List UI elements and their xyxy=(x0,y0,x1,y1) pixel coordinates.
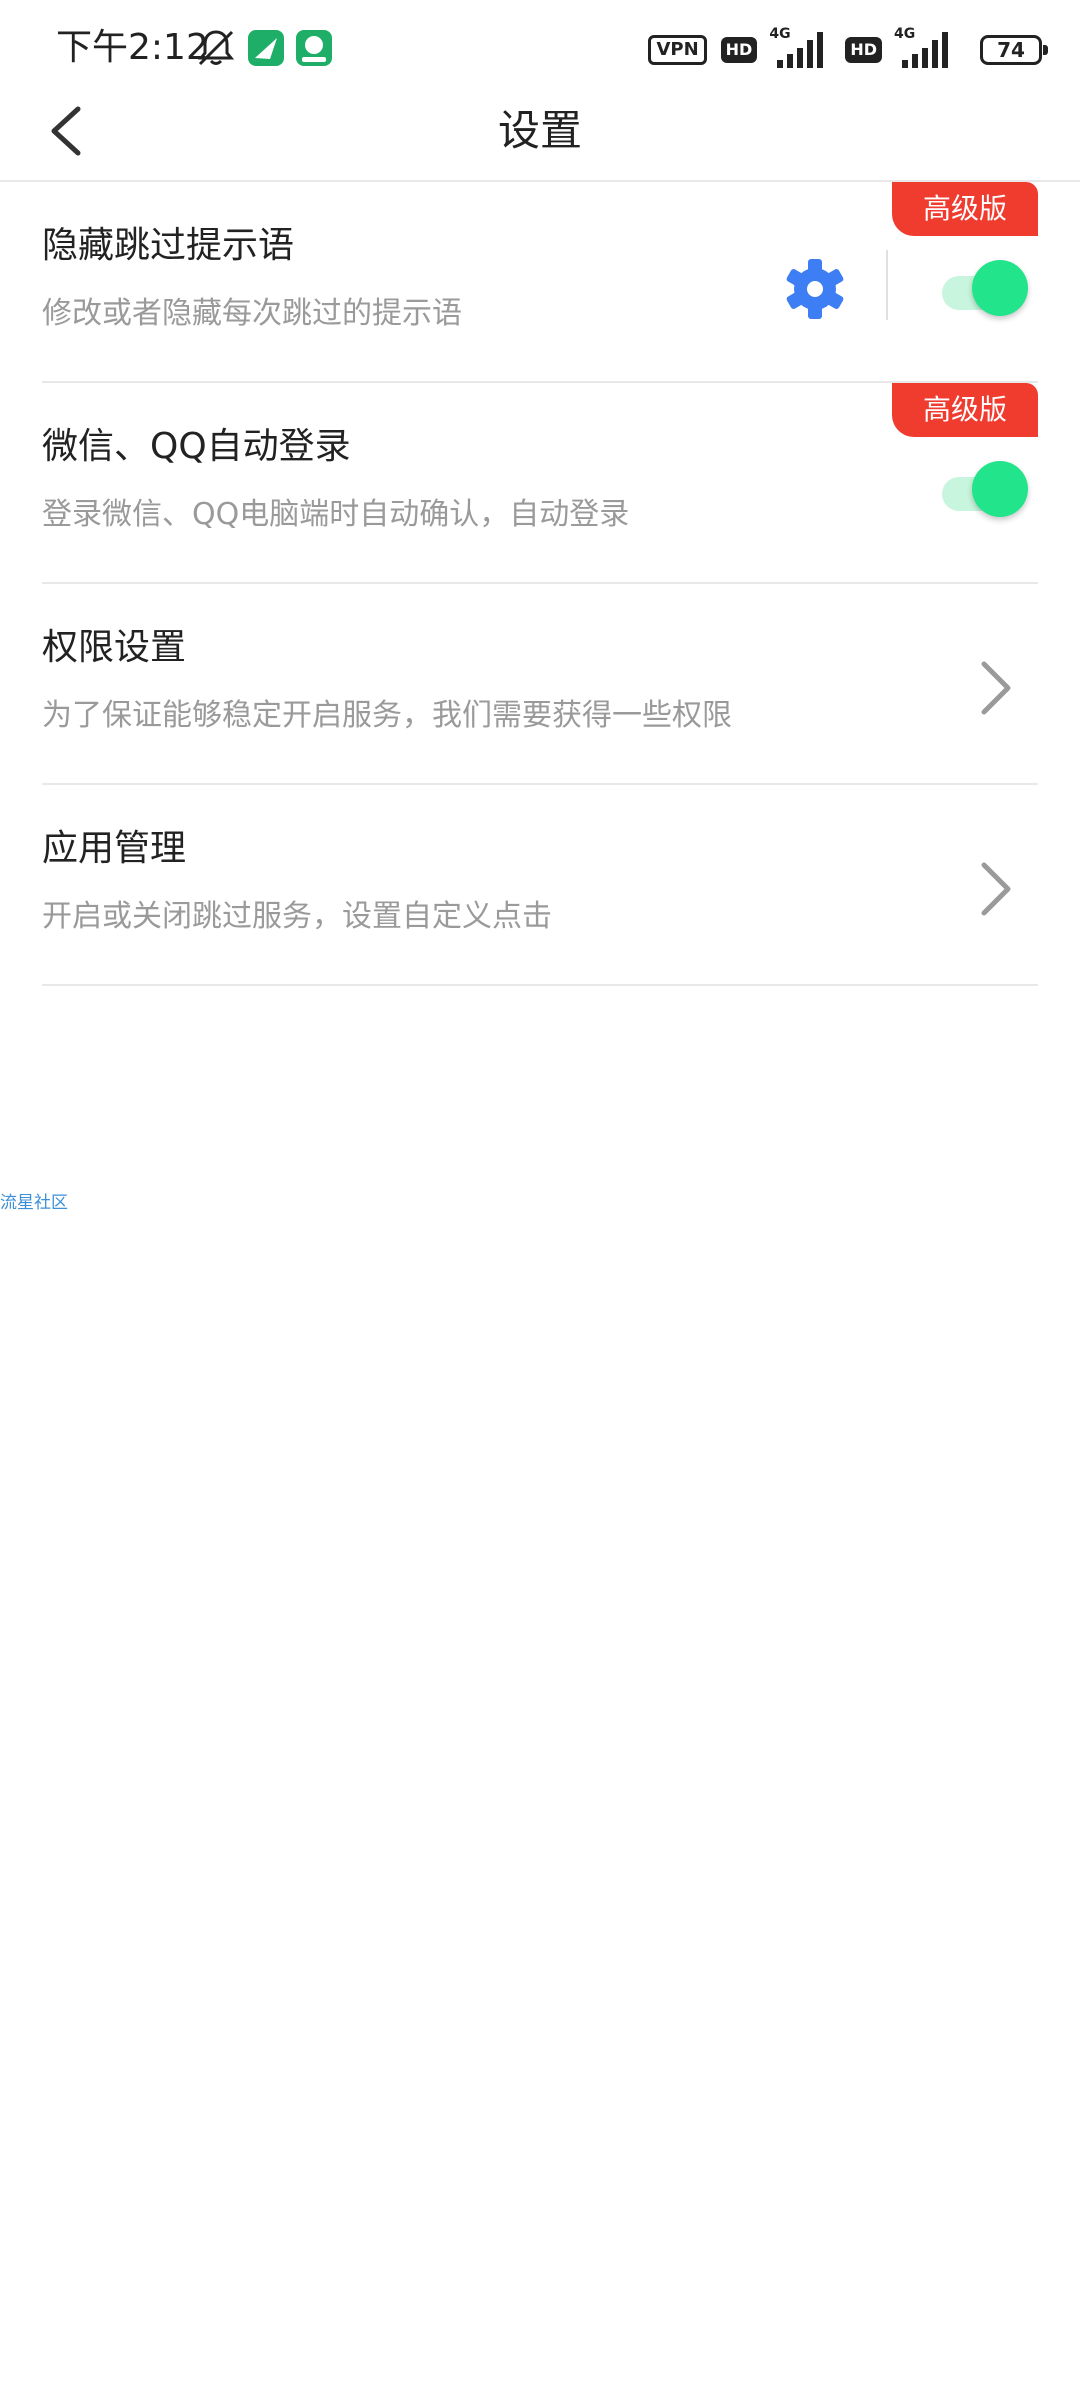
battery-icon: 74 xyxy=(980,35,1048,65)
top-app-bar: 设置 xyxy=(0,96,1080,182)
page-title: 设置 xyxy=(497,106,582,155)
app-notification-icon-2 xyxy=(296,30,332,66)
app-notification-icon xyxy=(248,30,284,66)
setting-description: 登录微信、QQ电脑端时自动确认，自动登录 xyxy=(42,497,630,532)
network-type: 4G xyxy=(769,26,791,42)
setting-auto-login[interactable]: 微信、QQ自动登录 登录微信、QQ电脑端时自动确认，自动登录 高级版 xyxy=(42,383,1038,584)
bell-off-icon xyxy=(197,30,235,66)
settings-list: 隐藏跳过提示语 修改或者隐藏每次跳过的提示语 高级版 微信、QQ自动登录 登录微… xyxy=(0,182,1080,986)
vpn-indicator: VPN xyxy=(648,35,707,65)
hd-indicator: HD xyxy=(720,37,758,63)
signal-group-1: 4G xyxy=(763,26,829,72)
setting-title: 微信、QQ自动登录 xyxy=(42,426,351,467)
toggle-hide-skip-tip[interactable] xyxy=(942,260,1028,316)
status-bar: 下午2:12 VPN HD 4G HD 4G 74 xyxy=(0,0,1080,96)
chevron-right-icon xyxy=(981,661,1011,715)
status-time: 下午2:12 xyxy=(56,27,209,68)
setting-title: 应用管理 xyxy=(42,828,187,869)
chevron-right-icon xyxy=(981,862,1011,916)
hd-indicator-2: HD xyxy=(845,37,882,63)
watermark-text: 流星社区 xyxy=(0,1193,68,1213)
setting-permissions[interactable]: 权限设置 为了保证能够稳定开启服务，我们需要获得一些权限 xyxy=(42,584,1038,785)
setting-title: 权限设置 xyxy=(42,627,187,668)
setting-description: 修改或者隐藏每次跳过的提示语 xyxy=(42,296,462,331)
toggle-knob xyxy=(972,461,1028,517)
setting-title: 隐藏跳过提示语 xyxy=(42,225,295,266)
status-left-icons xyxy=(196,28,332,68)
setting-description: 为了保证能够稳定开启服务，我们需要获得一些权限 xyxy=(42,698,732,733)
premium-badge: 高级版 xyxy=(892,182,1038,236)
status-right-icons: VPN HD 4G HD 4G 74 xyxy=(648,26,1048,72)
network-type-2: 4G xyxy=(894,26,916,42)
signal-group-2: 4G xyxy=(888,26,954,72)
toggle-knob xyxy=(972,260,1028,316)
setting-description: 开启或关闭跳过服务，设置自定义点击 xyxy=(42,899,552,934)
setting-app-management[interactable]: 应用管理 开启或关闭跳过服务，设置自定义点击 xyxy=(42,785,1038,986)
setting-hide-skip-tip[interactable]: 隐藏跳过提示语 修改或者隐藏每次跳过的提示语 高级版 xyxy=(42,182,1038,383)
vertical-divider xyxy=(886,250,888,320)
premium-badge: 高级版 xyxy=(892,383,1038,437)
toggle-auto-login[interactable] xyxy=(942,461,1028,517)
gear-icon[interactable] xyxy=(782,256,848,322)
